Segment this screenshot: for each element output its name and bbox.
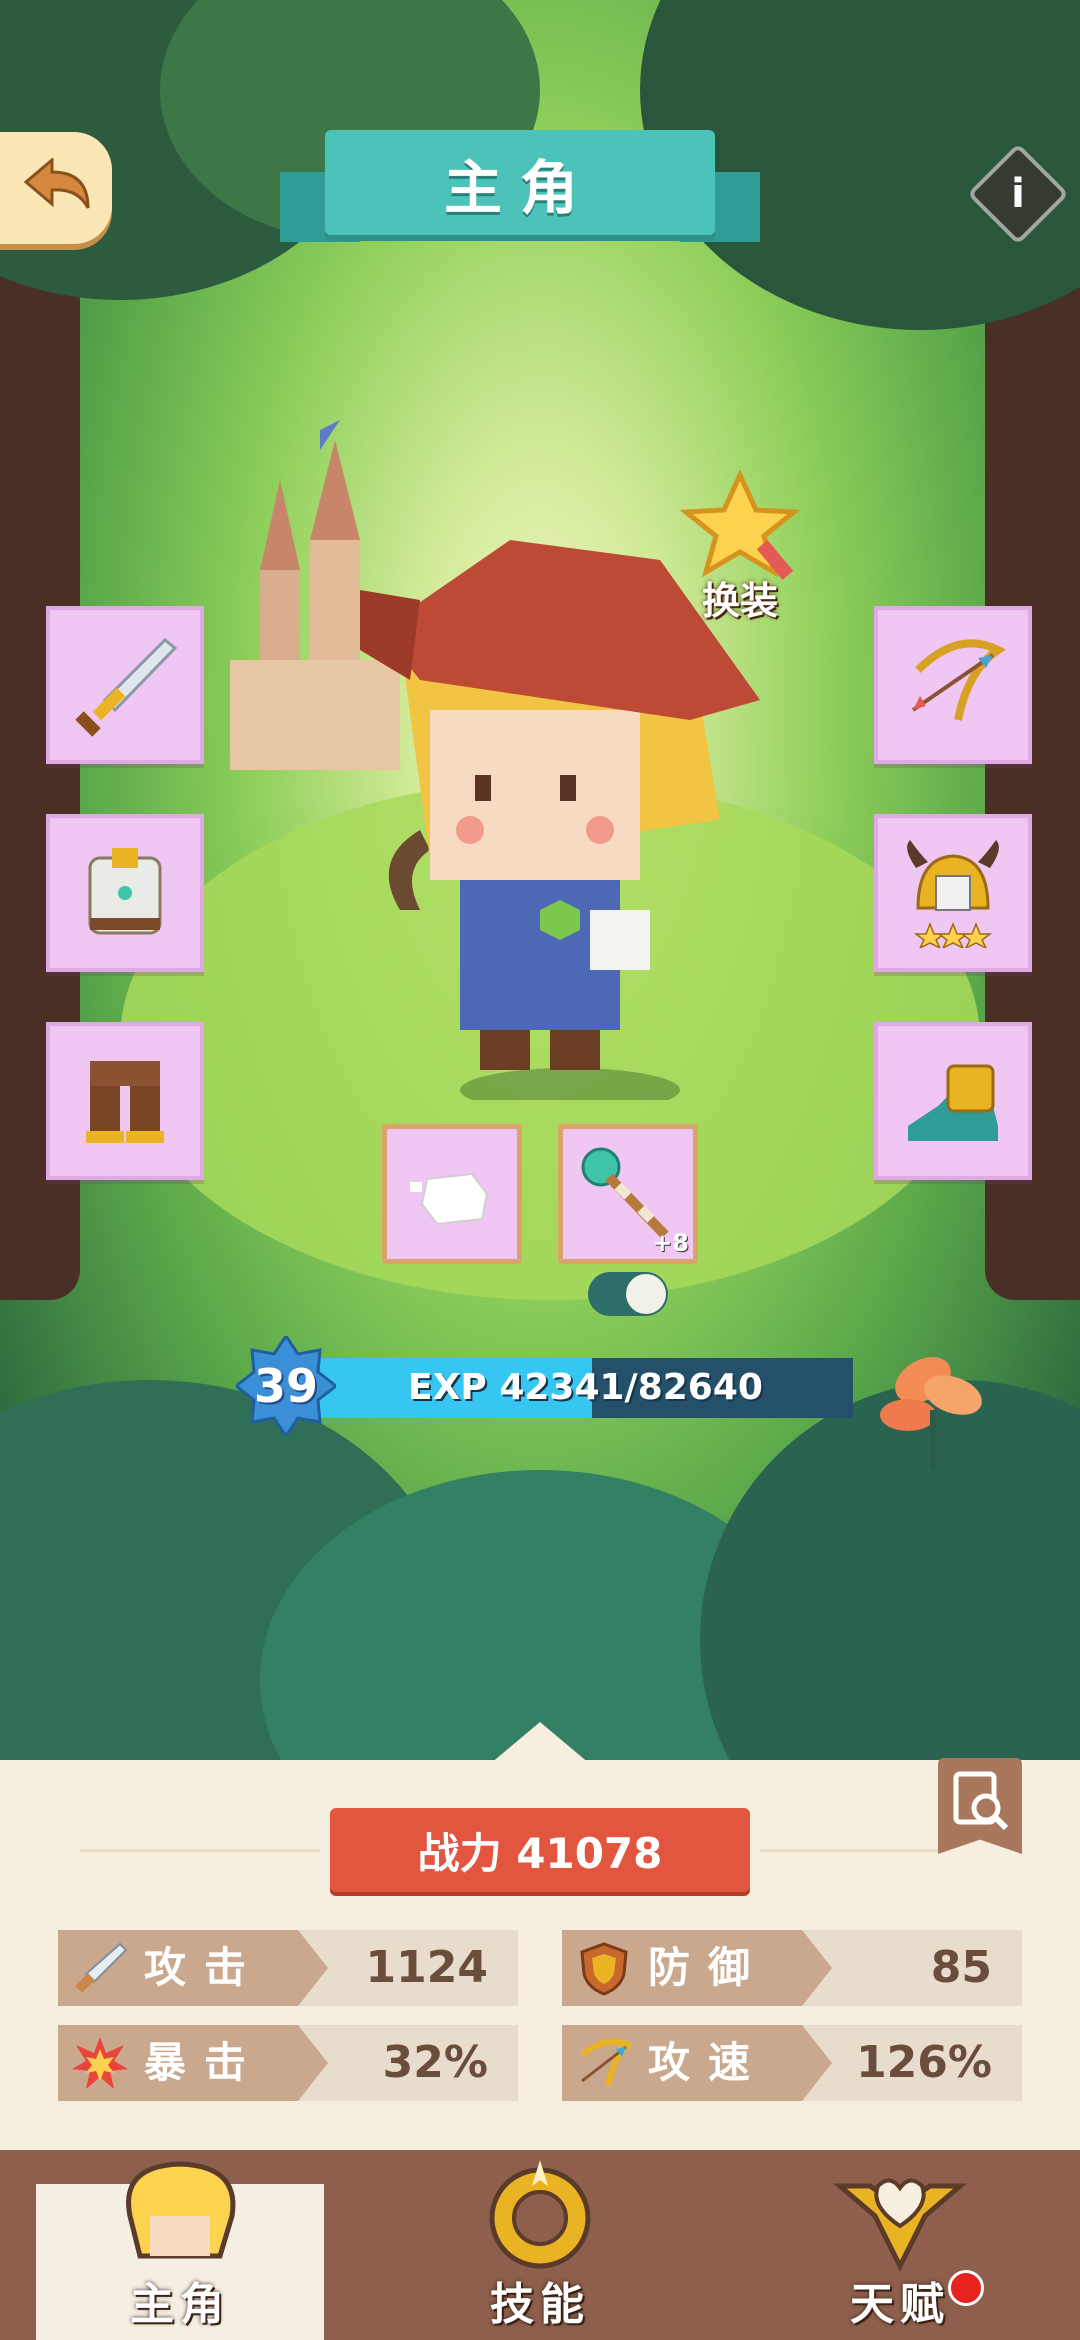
toggle-knob — [626, 1274, 666, 1314]
equip-slot-staff[interactable]: +8 — [558, 1124, 698, 1264]
compare-button[interactable] — [938, 1758, 1022, 1854]
equip-slot-armor[interactable] — [46, 814, 204, 972]
shield-icon — [580, 1942, 628, 1996]
equip-slot-boots[interactable] — [874, 1022, 1032, 1180]
power-banner: 战力 41078 — [330, 1808, 750, 1892]
stat-value: 1124 — [365, 1942, 488, 1993]
stat-value: 32% — [382, 2037, 488, 2088]
display-toggle[interactable] — [588, 1272, 668, 1316]
star-icon — [679, 468, 801, 580]
panel-notch — [490, 1722, 590, 1764]
stat-value: 126% — [856, 2037, 992, 2088]
equip-slot-weapon[interactable] — [46, 606, 204, 764]
notification-dot — [948, 2270, 984, 2306]
stat-label: 攻速 — [648, 2038, 769, 2087]
skill-ring-icon — [489, 2160, 591, 2269]
pet-block-icon — [410, 1172, 489, 1226]
level-number: 39 — [253, 1359, 318, 1413]
change-outfit-label: 换装 — [701, 579, 778, 623]
stat-critical: 暴击 32% — [58, 2025, 518, 2101]
divider-right — [760, 1849, 940, 1852]
tab-label: 技能 — [490, 2279, 590, 2330]
pants-icon — [86, 1061, 164, 1143]
magnify-doc-icon — [953, 1771, 1009, 1831]
stat-label: 暴击 — [144, 2038, 265, 2087]
stat-label: 攻击 — [144, 1943, 265, 1992]
equip-slot-helmet[interactable] — [874, 814, 1032, 972]
stat-defense: 防御 85 — [562, 1930, 1022, 2006]
back-button[interactable] — [0, 132, 112, 244]
hero-face-icon — [126, 2161, 236, 2259]
stat-attack-speed: 攻速 126% — [562, 2025, 1022, 2101]
tab-hero[interactable]: 主角 — [0, 2150, 360, 2340]
tab-label: 天赋 — [850, 2279, 950, 2330]
tab-skills[interactable]: 技能 — [360, 2150, 720, 2340]
equip-slot-pet[interactable] — [382, 1124, 522, 1264]
level-badge: 39 — [233, 1333, 339, 1439]
power-value: 战力 41078 — [417, 1828, 663, 1878]
explosion-icon — [72, 2037, 128, 2089]
orange-flower-icon — [880, 1357, 982, 1470]
tab-label: 主角 — [130, 2279, 230, 2330]
stat-attack: 攻击 1124 — [58, 1930, 518, 2006]
sword-icon — [75, 1942, 128, 1993]
back-arrow-icon — [23, 158, 90, 209]
bow-icon — [580, 2038, 632, 2086]
tab-talent[interactable]: 天赋 — [720, 2150, 1080, 2340]
exp-text: EXP 42341/82640 — [408, 1367, 763, 1408]
page-title: 主角 — [443, 153, 596, 222]
helmet-icon — [907, 840, 999, 948]
divider-left — [80, 1849, 320, 1852]
armor-icon — [88, 848, 162, 935]
bow-icon — [911, 639, 1006, 721]
equip-slot-pants[interactable] — [46, 1022, 204, 1180]
sword-icon — [75, 637, 178, 737]
title-banner: 主角 — [325, 130, 715, 235]
stat-label: 防御 — [648, 1943, 769, 1992]
stat-value: 85 — [930, 1942, 992, 1993]
info-icon: i — [1011, 171, 1025, 217]
change-outfit-button[interactable]: 换装 — [660, 468, 820, 630]
exp-bar: EXP 42341/82640 — [318, 1358, 853, 1418]
equip-slot-bow[interactable] — [874, 606, 1032, 764]
weapon-upgrade-level: +8 — [652, 1229, 689, 1257]
boots-icon — [908, 1064, 998, 1141]
title-ribbon: 主角 — [280, 130, 760, 245]
heart-wings-icon — [833, 2178, 967, 2272]
